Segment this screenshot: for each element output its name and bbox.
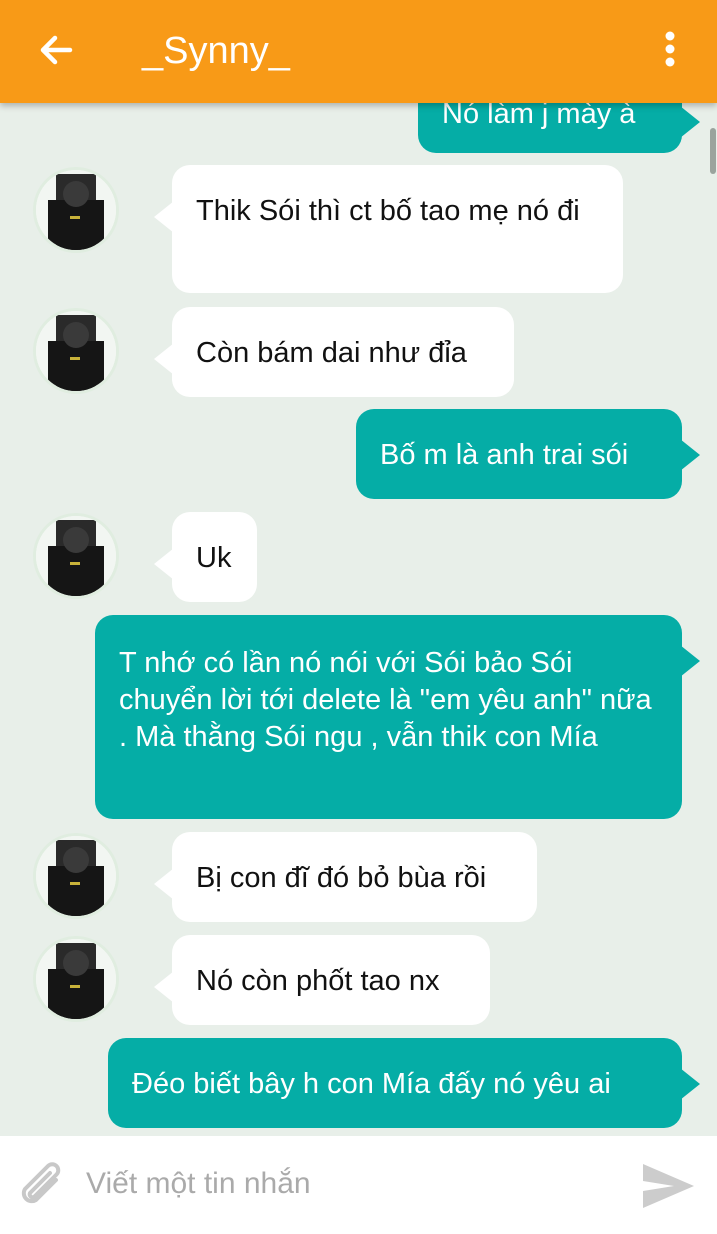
message-text: T nhớ có lần nó nói với Sói bảo Sói chuy… — [119, 647, 652, 753]
send-button[interactable] — [638, 1158, 698, 1214]
avatar[interactable] — [33, 167, 119, 253]
message-text: Bố m là anh trai sói — [380, 439, 629, 471]
overflow-menu-button[interactable] — [650, 26, 690, 74]
message-incoming[interactable]: Uk — [154, 512, 257, 602]
message-incoming[interactable]: Nó còn phốt tao nx — [154, 935, 490, 1025]
more-vertical-icon — [665, 31, 675, 67]
paperclip-icon — [21, 1162, 61, 1204]
attach-button[interactable] — [16, 1160, 72, 1216]
avatar[interactable] — [33, 936, 119, 1022]
message-outgoing[interactable]: T nhớ có lần nó nói với Sói bảo Sói chuy… — [95, 615, 700, 819]
send-icon — [643, 1164, 694, 1208]
message-composer — [0, 1136, 717, 1234]
message-text: Còn bám dai như đỉa — [196, 337, 467, 369]
message-input[interactable] — [86, 1158, 616, 1210]
message-incoming[interactable]: Bị con đĩ đó bỏ bùa rồi — [154, 832, 537, 922]
message-incoming[interactable]: Thik Sói thì ct bố tao mẹ nó đi — [154, 165, 623, 293]
message-list[interactable]: Nó làm j mày à Thik Sói thì ct bố tao mẹ… — [0, 0, 717, 1136]
message-outgoing[interactable]: Đéo biết bây h con Mía đấy nó yêu ai — [108, 1038, 700, 1128]
back-button[interactable] — [32, 26, 80, 74]
message-text: Bị con đĩ đó bỏ bùa rồi — [196, 862, 487, 894]
scrollbar[interactable] — [710, 128, 716, 174]
avatar[interactable] — [33, 308, 119, 394]
conversation-title: _Synny_ — [142, 30, 290, 72]
app-header: _Synny_ — [0, 0, 717, 103]
message-text: Uk — [196, 542, 232, 574]
arrow-left-icon — [40, 35, 73, 65]
avatar[interactable] — [33, 833, 119, 919]
message-incoming[interactable]: Còn bám dai như đỉa — [154, 307, 514, 397]
message-text: Đéo biết bây h con Mía đấy nó yêu ai — [132, 1068, 611, 1100]
message-text: Thik Sói thì ct bố tao mẹ nó đi — [196, 195, 580, 227]
message-outgoing[interactable]: Bố m là anh trai sói — [356, 409, 700, 499]
avatar[interactable] — [33, 513, 119, 599]
message-text: Nó còn phốt tao nx — [196, 965, 440, 997]
